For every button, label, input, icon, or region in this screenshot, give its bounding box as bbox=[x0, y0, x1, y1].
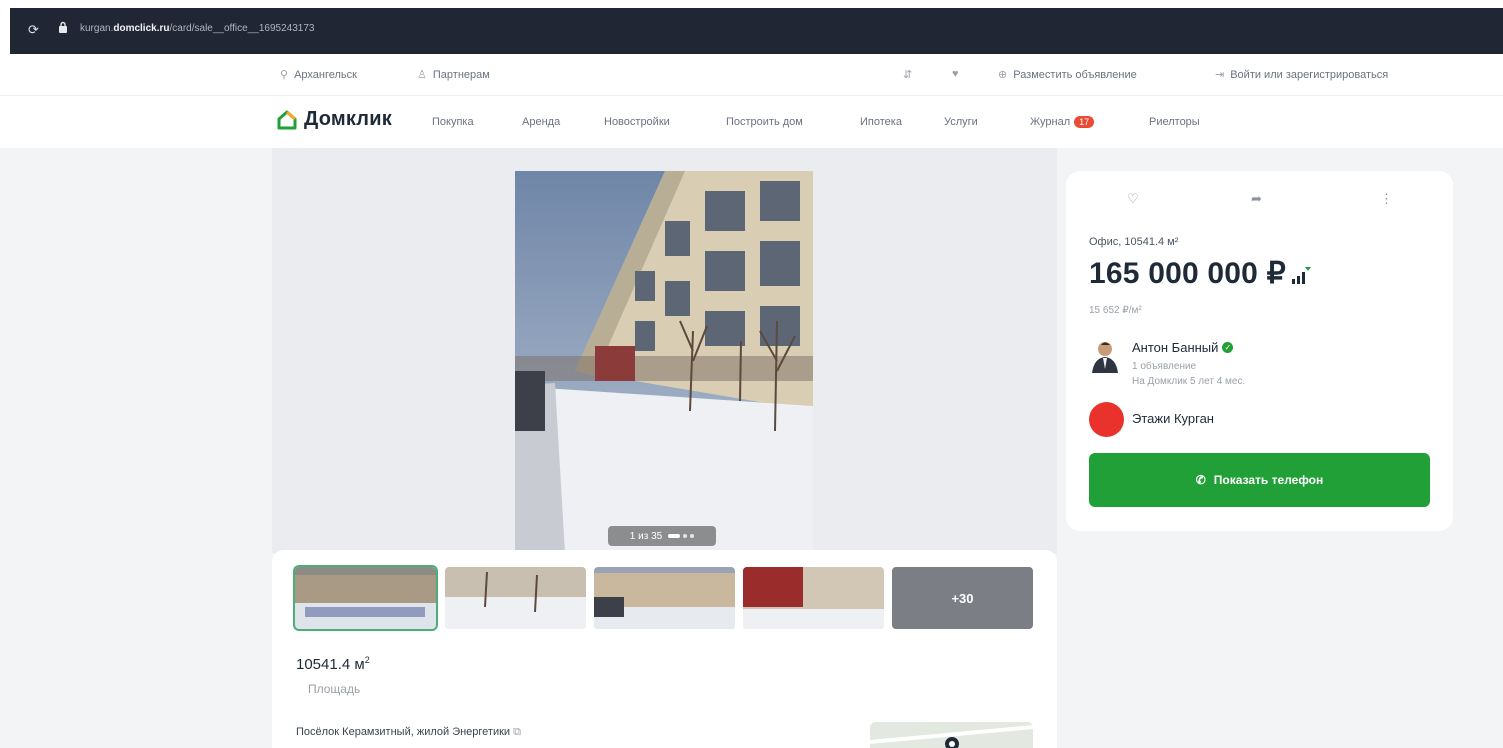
city-label: Архангельск bbox=[294, 68, 357, 81]
price: 165 000 000 ₽ bbox=[1089, 257, 1286, 290]
property-type: Офис, 10541.4 м² bbox=[1089, 236, 1179, 248]
logo-text: Домклик bbox=[304, 108, 392, 130]
agent-tenure: На Домклик 5 лет 4 мес. bbox=[1132, 376, 1246, 387]
nav-journal[interactable]: Журнал 17 bbox=[1030, 116, 1095, 128]
logo[interactable]: Домклик bbox=[276, 108, 392, 131]
thumbnail[interactable] bbox=[594, 567, 735, 629]
thumbnail[interactable] bbox=[445, 567, 586, 629]
more-photos-thumbnail[interactable]: +30 bbox=[892, 567, 1033, 629]
show-phone-label: Показать телефон bbox=[1213, 473, 1324, 487]
compare-icon: ⇵ bbox=[903, 69, 913, 81]
main-photo[interactable] bbox=[515, 171, 813, 553]
compare-button[interactable]: ⇵ bbox=[903, 68, 912, 81]
share-icon[interactable]: ➦ bbox=[1251, 191, 1262, 207]
person-icon: ♙ bbox=[417, 69, 427, 81]
area-label: Площадь bbox=[308, 682, 361, 696]
city-selector[interactable]: ⚲ Архангельск bbox=[280, 68, 357, 82]
phone-icon: ✆ bbox=[1195, 473, 1206, 487]
nav-mortgage[interactable]: Ипотека bbox=[860, 116, 902, 128]
building-photo bbox=[515, 171, 813, 553]
utility-bar: ⚲ Архангельск ♙ Партнерам ⇵ ♥ ⊕ Размести… bbox=[0, 54, 1503, 96]
more-options-icon[interactable]: ⋮ bbox=[1380, 191, 1393, 207]
show-phone-button[interactable]: ✆ Показать телефон bbox=[1089, 453, 1430, 507]
copy-icon[interactable]: ⧉ bbox=[513, 726, 521, 738]
map-preview[interactable] bbox=[870, 722, 1033, 748]
post-ad-link[interactable]: ⊕ Разместить объявление bbox=[998, 68, 1137, 82]
favorites-button[interactable]: ♥ bbox=[952, 68, 959, 80]
nav-buy[interactable]: Покупка bbox=[432, 116, 474, 128]
nav-services[interactable]: Услуги bbox=[944, 116, 978, 128]
logo-house-icon bbox=[277, 110, 297, 129]
browser-toolbar: ⟳ kurgan.domclick.ru/card/sale__office__… bbox=[10, 8, 1503, 54]
login-link[interactable]: ⇥ Войти или зарегистрироваться bbox=[1215, 68, 1389, 82]
price-history-icon[interactable] bbox=[1290, 266, 1312, 286]
agent-ads-count: 1 объявление bbox=[1132, 361, 1197, 372]
photo-counter-text: 1 из 35 bbox=[629, 530, 663, 542]
heart-icon: ♥ bbox=[952, 68, 959, 80]
address-bar[interactable]: kurgan.domclick.ru/card/sale__office__16… bbox=[80, 23, 314, 34]
pagination-dots bbox=[668, 534, 695, 538]
partners-link[interactable]: ♙ Партнерам bbox=[417, 68, 490, 82]
favorite-heart-icon[interactable]: ♡ bbox=[1127, 191, 1139, 207]
partners-label: Партнерам bbox=[432, 68, 490, 81]
login-label: Войти или зарегистрироваться bbox=[1230, 68, 1389, 81]
post-ad-label: Разместить объявление bbox=[1013, 68, 1137, 81]
price-per-m2: 15 652 ₽/м² bbox=[1089, 305, 1142, 316]
agency-name[interactable]: Этажи Курган bbox=[1132, 411, 1214, 426]
address-text: Посёлок Керамзитный, жилой Энергетики bbox=[296, 726, 511, 738]
lock-icon bbox=[59, 21, 67, 33]
login-icon: ⇥ bbox=[1215, 69, 1225, 81]
thumbnail[interactable] bbox=[293, 565, 438, 631]
agent-name[interactable]: Антон Банный ✓ bbox=[1132, 340, 1234, 355]
address: Посёлок Керамзитный, жилой Энергетики ⧉ bbox=[296, 726, 521, 739]
agent-name-text: Антон Банный bbox=[1132, 340, 1219, 355]
area-value: 10541.4 м2 bbox=[296, 655, 370, 673]
thumbnail[interactable] bbox=[743, 567, 884, 629]
journal-badge: 17 bbox=[1074, 116, 1095, 128]
browser-bar: ⟳ kurgan.domclick.ru/card/sale__office__… bbox=[0, 0, 1503, 54]
location-pin-icon: ⚲ bbox=[280, 69, 289, 81]
main-nav: Домклик Покупка Аренда Новостройки Постр… bbox=[0, 96, 1503, 148]
plus-circle-icon: ⊕ bbox=[998, 69, 1008, 81]
more-photos-count: +30 bbox=[951, 590, 974, 606]
nav-realtors[interactable]: Риелторы bbox=[1149, 116, 1200, 128]
agent-avatar[interactable] bbox=[1089, 339, 1121, 373]
reload-icon[interactable]: ⟳ bbox=[28, 22, 39, 38]
photo-counter: 1 из 35 bbox=[608, 526, 716, 546]
nav-new-buildings[interactable]: Новостройки bbox=[604, 116, 670, 128]
agency-logo[interactable] bbox=[1089, 402, 1124, 437]
nav-journal-label: Журнал bbox=[1030, 116, 1071, 128]
nav-build-house[interactable]: Построить дом bbox=[726, 116, 803, 128]
verified-check-icon: ✓ bbox=[1222, 342, 1234, 353]
nav-rent[interactable]: Аренда bbox=[522, 116, 560, 128]
